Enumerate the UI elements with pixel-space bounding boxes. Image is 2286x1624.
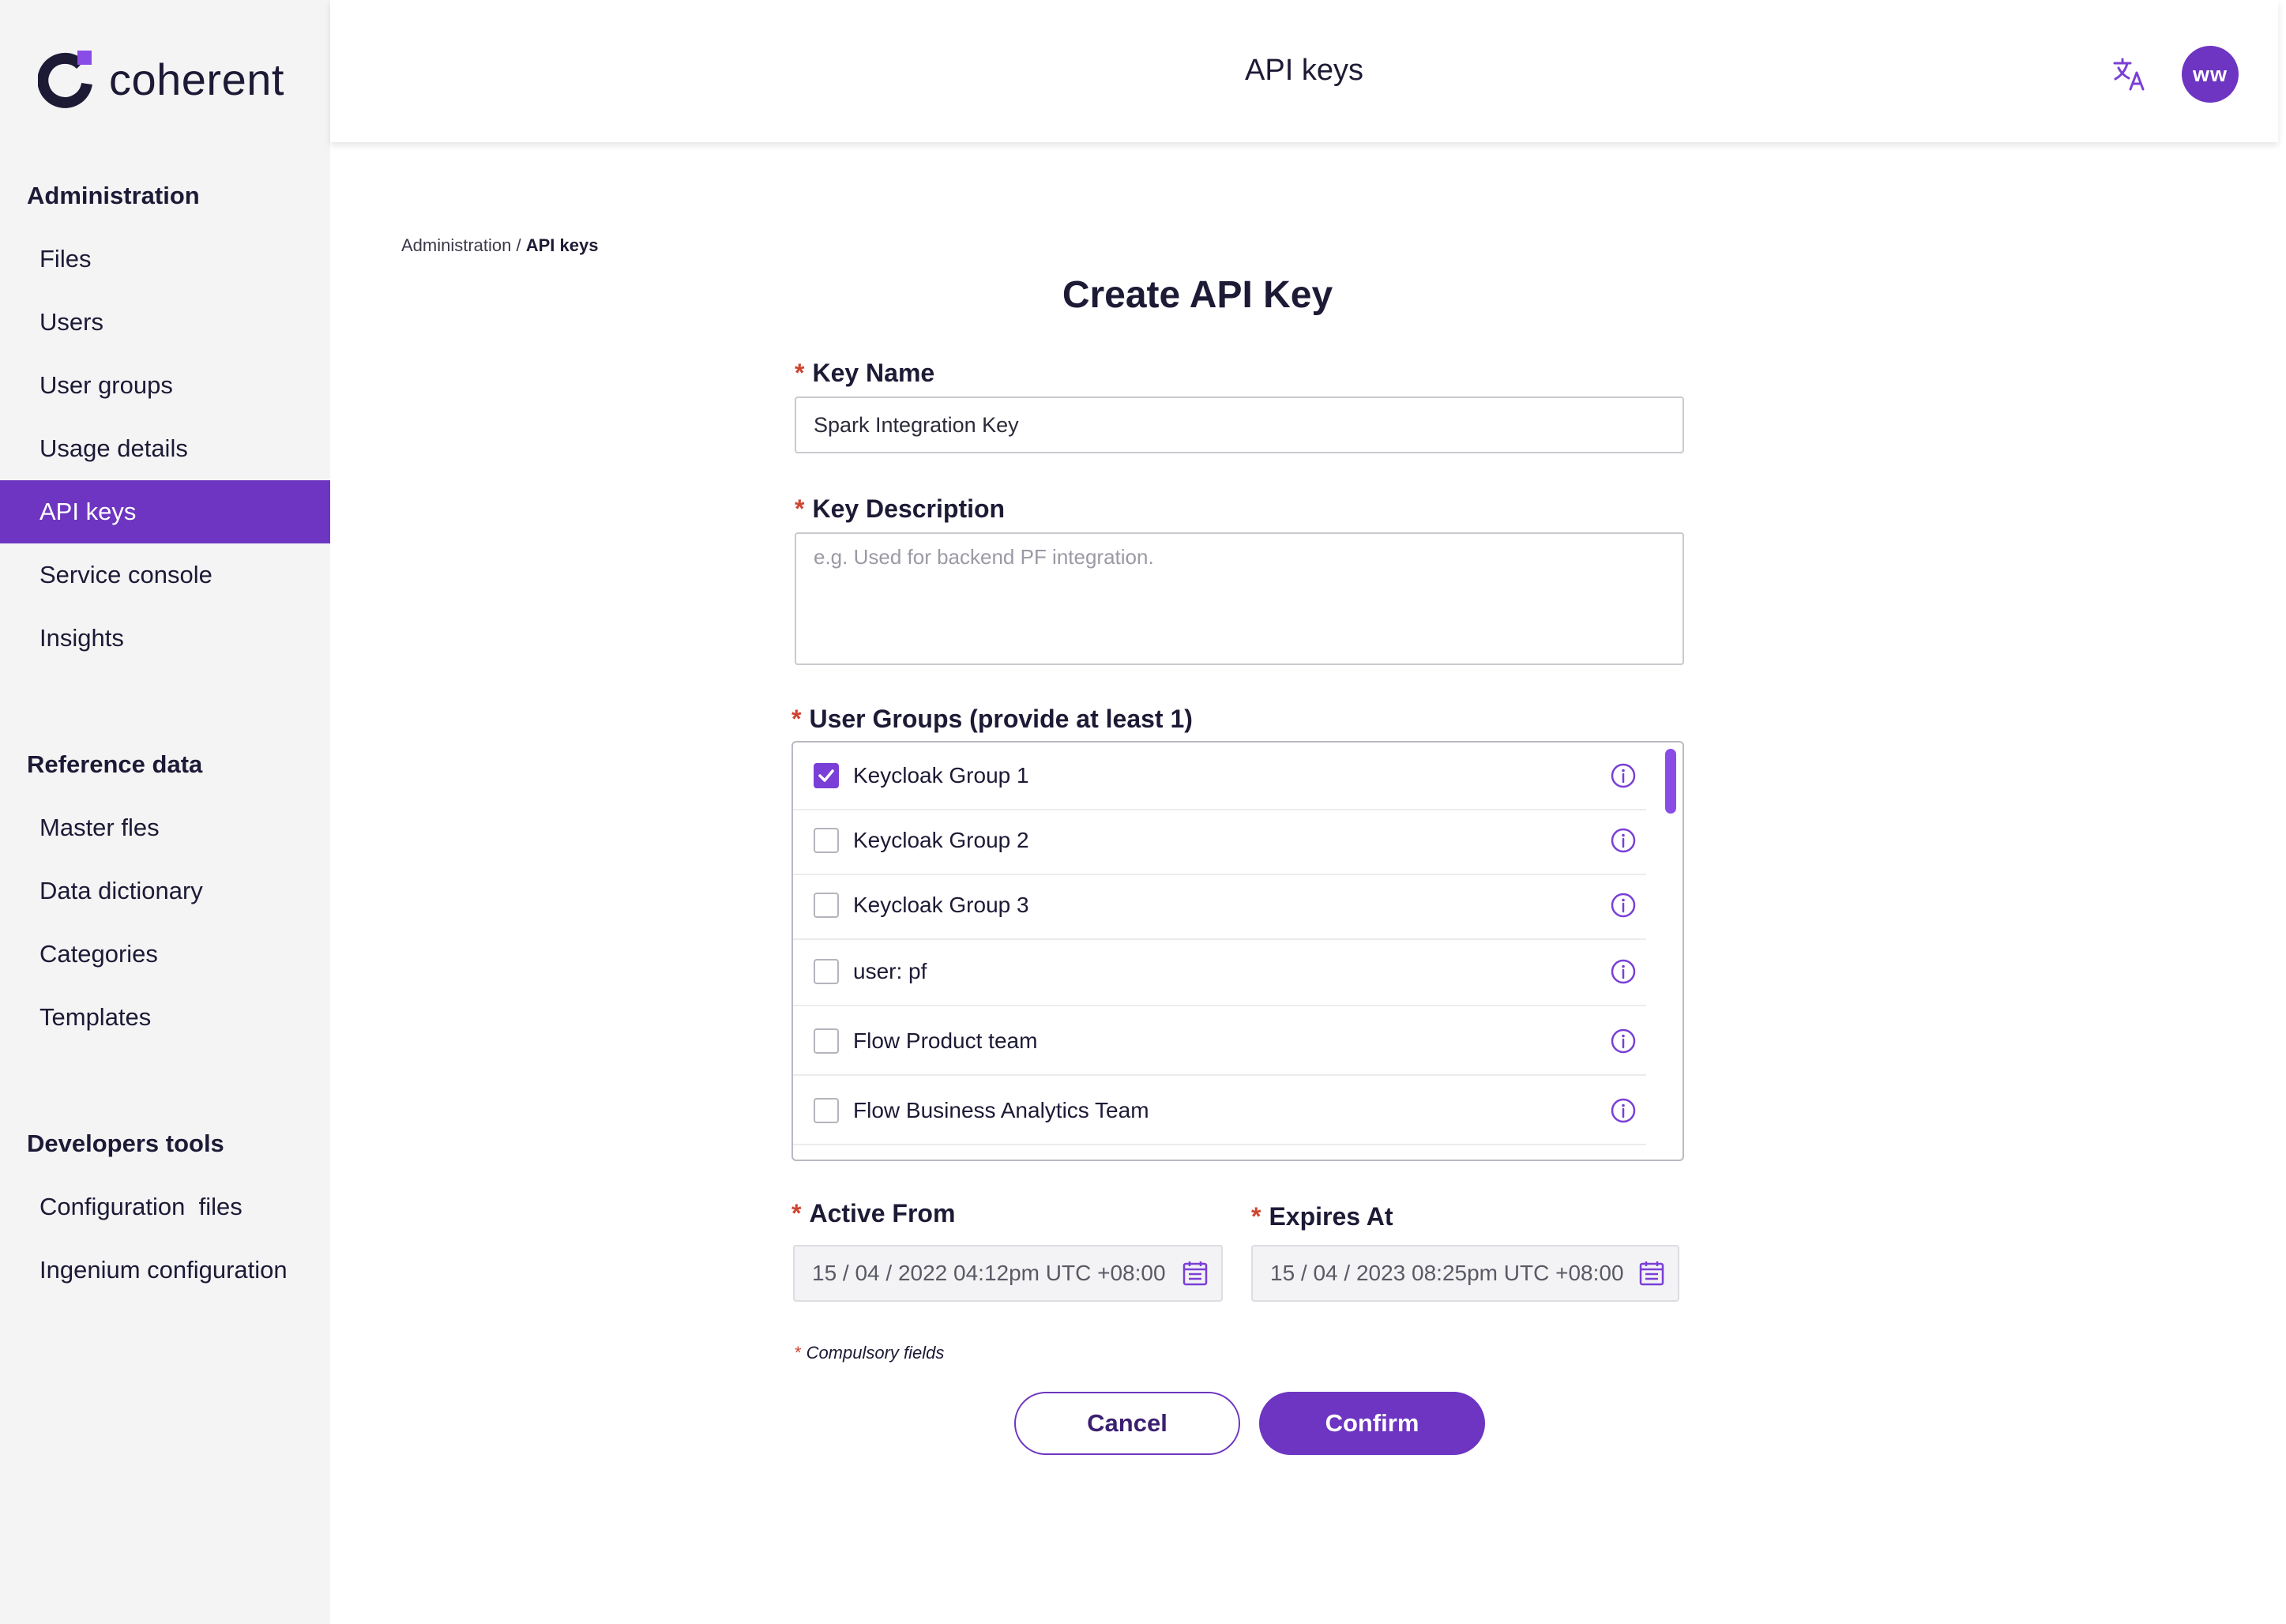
info-icon[interactable] [1610,1097,1637,1124]
sidebar-item-ingenium-configuration[interactable]: Ingenium configuration [0,1239,330,1302]
breadcrumb: Administration / API keys [401,235,598,256]
expires-at-value: 15 / 04 / 2023 08:25pm UTC +08:00 [1270,1261,1624,1285]
sidebar-item-templates[interactable]: Templates [0,986,330,1049]
form-title: Create API Key [1062,274,1333,316]
user-group-checkbox[interactable] [814,763,839,788]
sidebar-item-master-files[interactable]: Master fles [0,796,330,859]
user-group-label: user: pf [853,959,927,983]
nav-section-reference-data: Reference data [27,750,203,778]
expires-at-input[interactable]: 15 / 04 / 2023 08:25pm UTC +08:00 [1251,1245,1679,1302]
active-from-label: * Active From [791,1199,956,1227]
sidebar-item-user-groups[interactable]: User groups [0,354,330,417]
info-icon[interactable] [1610,762,1637,789]
user-avatar[interactable]: ww [2182,46,2239,103]
user-groups-scrollbar[interactable] [1665,749,1676,814]
key-name-label: * Key Name [795,359,935,387]
sidebar-item-usage-details[interactable]: Usage details [0,417,330,480]
sidebar-item-configuration-files[interactable]: Configuration files [0,1175,330,1239]
key-description-label: * Key Description [795,494,1006,523]
user-group-label: Keycloak Group 2 [853,828,1029,852]
required-marker: * [1251,1202,1261,1231]
user-group-checkbox[interactable] [814,893,839,918]
calendar-icon[interactable] [1182,1260,1209,1287]
expires-at-label: * Expires At [1251,1202,1393,1231]
required-marker: * [791,1199,802,1227]
user-groups-label: * User Groups (provide at least 1) [791,705,1193,733]
key-description-input[interactable] [795,532,1684,665]
required-marker: * [795,494,805,523]
required-marker: * [795,1343,802,1363]
translate-icon[interactable] [2112,57,2147,92]
user-group-row[interactable]: Keycloak Group 1 [793,742,1646,810]
info-icon[interactable] [1610,892,1637,919]
sidebar-item-files[interactable]: Files [0,227,330,291]
info-icon[interactable] [1610,827,1637,854]
nav-section-administration: Administration [27,182,200,209]
user-group-checkbox[interactable] [814,1098,839,1123]
user-group-label: Keycloak Group 3 [853,893,1029,917]
calendar-icon[interactable] [1638,1260,1665,1287]
sidebar-item-data-dictionary[interactable]: Data dictionary [0,859,330,923]
brand-name: coherent [109,54,284,104]
info-icon[interactable] [1610,1028,1637,1054]
info-icon[interactable] [1610,958,1637,985]
top-header: API keys ww [330,0,2278,142]
compulsory-note: * Compulsory fields [795,1343,945,1363]
sidebar-item-insights[interactable]: Insights [0,607,330,670]
required-marker: * [791,705,802,733]
key-name-input[interactable] [795,397,1684,453]
user-group-row[interactable]: Flow Product team [793,1008,1646,1076]
check-icon [818,769,834,782]
user-groups-list[interactable]: Keycloak Group 1 Keycloak Group 2 Keyclo… [791,741,1684,1161]
user-group-label: Flow Product team [853,1028,1038,1053]
page-header-title: API keys [1245,54,1363,87]
sidebar-item-users[interactable]: Users [0,291,330,354]
user-group-label: Keycloak Group 1 [853,763,1029,788]
logo[interactable]: coherent [38,47,284,111]
breadcrumb-parent[interactable]: Administration / [401,235,521,255]
sidebar: coherent Administration Files Users User… [0,0,330,1624]
nav-section-developers-tools: Developers tools [27,1130,224,1157]
cancel-button[interactable]: Cancel [1014,1392,1240,1455]
required-marker: * [795,359,805,387]
user-group-checkbox[interactable] [814,959,839,984]
sidebar-item-service-console[interactable]: Service console [0,543,330,607]
active-from-value: 15 / 04 / 2022 04:12pm UTC +08:00 [812,1261,1166,1285]
active-from-input[interactable]: 15 / 04 / 2022 04:12pm UTC +08:00 [793,1245,1223,1302]
coherent-logo-icon [38,51,92,108]
sidebar-item-api-keys[interactable]: API keys [0,480,330,543]
confirm-button[interactable]: Confirm [1259,1392,1485,1455]
user-group-checkbox[interactable] [814,1028,839,1054]
sidebar-item-categories[interactable]: Categories [0,923,330,986]
user-group-row[interactable]: Flow Business Analytics Team [793,1077,1646,1145]
user-group-row[interactable]: Keycloak Group 2 [793,807,1646,875]
user-group-row[interactable]: user: pf [793,938,1646,1006]
breadcrumb-current: API keys [525,235,599,255]
user-group-label: Flow Business Analytics Team [853,1098,1149,1122]
user-group-row[interactable]: Keycloak Group 3 [793,872,1646,940]
user-group-checkbox[interactable] [814,828,839,853]
